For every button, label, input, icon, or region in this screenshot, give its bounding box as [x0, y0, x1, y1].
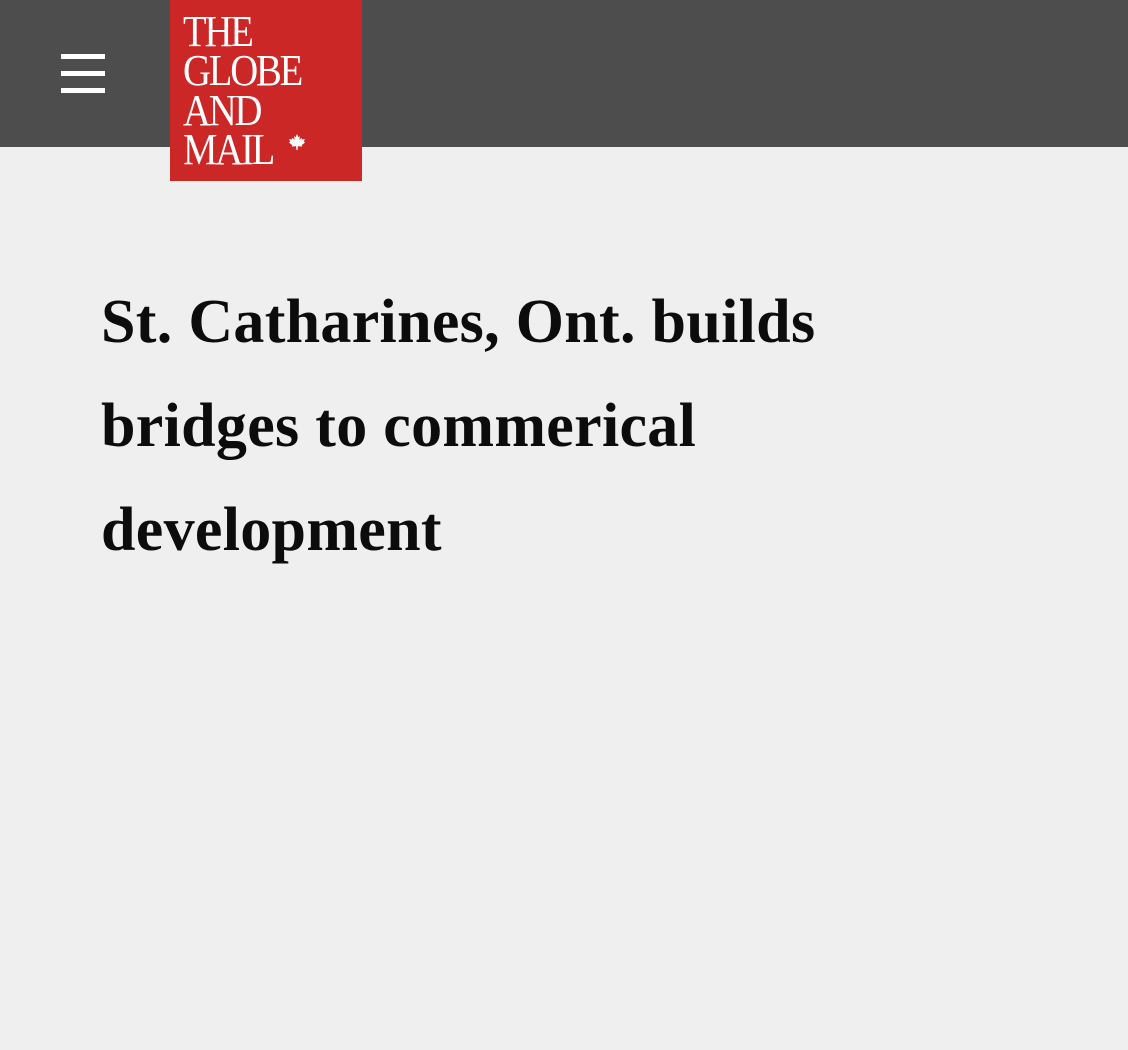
- hamburger-menu-icon: [61, 54, 105, 59]
- hamburger-menu-icon-bar: [61, 71, 105, 76]
- logo-text-line: MAIL: [183, 125, 275, 174]
- site-logo[interactable]: THE GLOBE AND MAIL: [170, 0, 362, 181]
- hamburger-menu-icon-bar: [61, 88, 105, 93]
- article-headline: St. Catharines, Ont. builds bridges to c…: [101, 288, 816, 564]
- maple-leaf-icon: [288, 133, 306, 151]
- hamburger-menu-button[interactable]: [58, 50, 108, 98]
- logo-text-line: GLOBE: [183, 46, 303, 95]
